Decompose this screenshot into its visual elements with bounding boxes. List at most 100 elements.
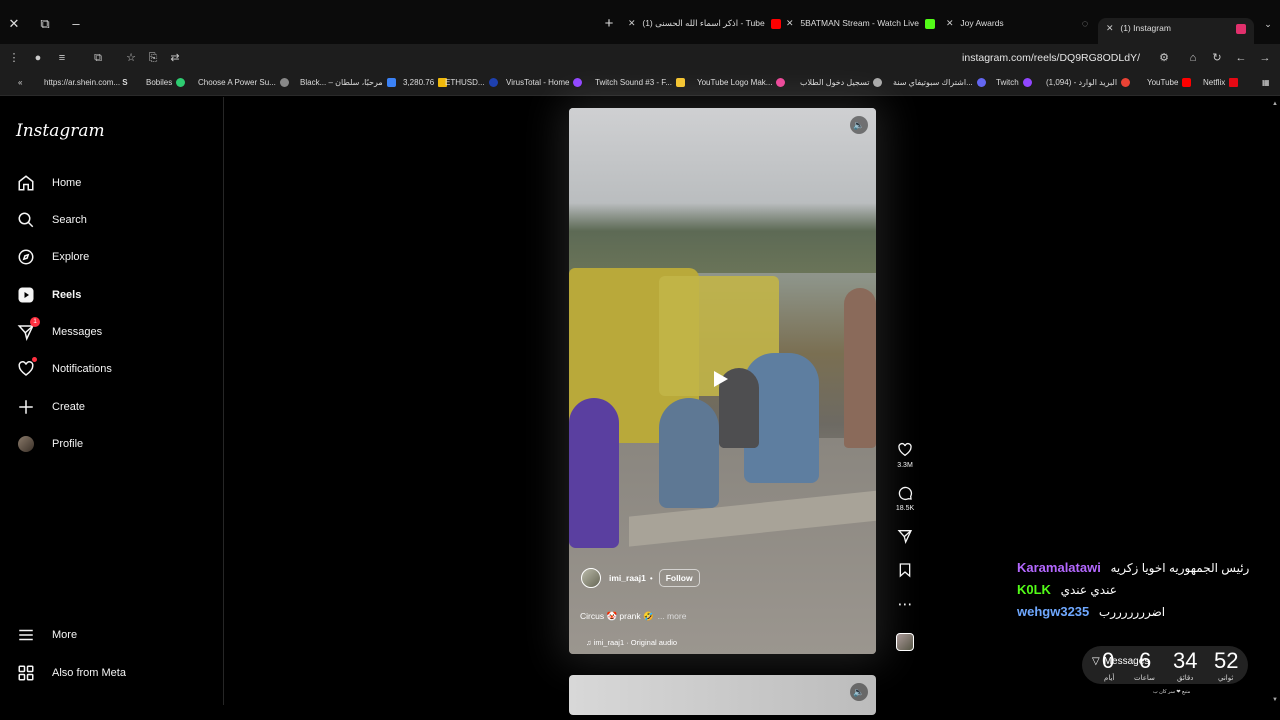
reel-audio[interactable]: ♫ imi_raaj1 · Original audio [586,638,677,647]
bookmark-item[interactable]: اشتراك سبوتيفاي سنة... [893,78,986,88]
sidebar-item-label: Explore [52,251,90,263]
profile-icon[interactable]: ● [30,50,46,66]
sidebar-item-reels[interactable]: Reels [12,279,212,311]
bookmark-item[interactable]: YouTube [1147,78,1192,88]
volume-icon[interactable]: 🔈 [850,116,868,134]
bookmark-label: اشتراك سبوتيفاي سنة... [893,78,973,87]
avatar[interactable] [581,568,601,588]
playlist-icon[interactable]: ≡ [54,50,70,66]
bookmark-item[interactable]: البريد الوارد - (1,094) [1046,78,1131,88]
bookmark-item[interactable]: ETHUSD... [445,78,498,88]
bookmark-item[interactable]: 3,280.76 [403,78,448,88]
bookmark-star-icon[interactable]: ☆ [123,50,139,66]
instagram-icon [1236,24,1246,34]
more-options-action[interactable]: ⋯ [890,596,920,614]
kick-icon [925,18,936,29]
scroll-down-icon[interactable]: ▼ [1272,697,1278,703]
restore-window-icon[interactable]: ⧉ [35,14,55,34]
sidebar-item-messages[interactable]: 1 Messages [12,316,212,348]
tab-close-icon[interactable]: ✕ [786,18,798,29]
sidebar-item-home[interactable]: Home [12,167,212,199]
tab-kick[interactable]: ✕ 5BATMAN Stream - Watch Live [786,18,936,42]
sidebar-item-create[interactable]: Create [12,391,212,423]
new-tab-icon[interactable]: + [599,14,619,34]
bookmark-item[interactable]: Choose A Power Su... [198,78,289,88]
bookmark-icon [873,78,883,88]
close-window-icon[interactable]: ✕ [4,14,24,34]
site-settings-icon[interactable]: ⚙ [1156,50,1172,66]
plus-icon [14,395,38,419]
tab-close-icon[interactable]: ✕ [1106,23,1118,34]
sidebar-item-explore[interactable]: Explore [12,241,212,273]
sidebar-item-more[interactable]: More [12,619,212,651]
instagram-logo[interactable]: Instagram [16,121,105,141]
menu-icon[interactable]: ⋮ [6,50,22,66]
home-icon[interactable]: ⌂ [1185,50,1201,66]
page-scrollbar[interactable]: ▲ ▼ [1270,97,1280,707]
tab-youtube[interactable]: ✕ (1) اذكر اسماء الله الحسنى - Tube [628,18,782,42]
share-action[interactable] [890,528,920,546]
play-icon[interactable] [714,371,728,387]
bookmark-label: Choose A Power Su... [198,78,276,87]
tab-search-icon[interactable]: ⌄ [1258,14,1278,34]
bookmark-label: Twitch Sound #3 - F... [595,78,672,87]
caption-more-link[interactable]: ... more [658,611,687,621]
extensions-icon[interactable]: ⧉ [90,50,106,66]
netflix-icon [1229,78,1239,88]
like-count: 3.3M [897,462,913,469]
reel-video[interactable]: 🔈 imi_raaj1 • Follow Circus 🤡 prank 🤣...… [569,108,876,654]
music-note-icon: ♫ [586,638,592,647]
bookmark-item[interactable]: تسجيل دخول الطلاب [800,78,883,88]
chat-username: K0LK [1017,582,1051,597]
chat-text: عندي عندي [1060,583,1117,597]
forward-icon[interactable]: → [1257,50,1273,66]
messages-overlay: ▽ Messages [1092,656,1149,667]
minimize-window-icon[interactable]: – [66,14,86,34]
follow-button[interactable]: Follow [658,569,700,587]
timer-minutes: 34 [1173,648,1198,673]
chat-text: رئيس الجمهوريه اخويا زكريه [1110,561,1250,575]
messages-badge: 1 [30,317,40,327]
bookmark-item[interactable]: Twitch [996,78,1032,88]
bookmark-item[interactable]: VirusTotal - Home [506,78,583,88]
comment-action[interactable]: 18.5K [890,485,920,512]
save-action[interactable] [890,562,920,580]
share-icon [890,528,920,546]
bookmark-item[interactable]: Black... – مرحبًا، سلطان [300,78,396,88]
volume-icon[interactable]: 🔈 [850,683,868,701]
tab-close-icon[interactable]: ✕ [628,18,640,29]
sidebar-item-search[interactable]: Search [12,204,212,236]
bookmark-label: VirusTotal - Home [506,78,570,87]
next-reel-preview[interactable]: 🔈 [569,675,876,715]
reel-username[interactable]: imi_raaj1 [609,573,646,583]
bookmarks-bar: « https://ar.shein.com... S Bobiles Choo… [0,72,1280,96]
heart-icon [14,357,38,381]
like-action[interactable]: 3.3M [890,442,920,469]
audio-thumbnail[interactable] [896,633,914,651]
sidebar-item-also-from-meta[interactable]: Also from Meta [12,657,212,689]
screenshot-icon[interactable]: ⎘ [145,50,161,66]
sidebar-item-profile[interactable]: Profile [12,428,212,460]
tab-close-icon[interactable]: ✕ [946,18,958,29]
bookmarks-collapse-icon[interactable]: « [18,78,22,87]
bookmark-item[interactable]: Bobiles [146,78,186,88]
translate-icon[interactable]: ⇄ [167,50,183,66]
bookmark-label: Netflix [1203,78,1226,87]
compass-icon [14,245,38,269]
timer-days-label: أيام [1104,675,1115,682]
tab-instagram[interactable]: ✕ (1) Instagram [1098,18,1254,44]
back-icon[interactable]: ← [1233,50,1249,66]
bookmark-label: 3,280.76 [403,78,435,87]
tab-joy-awards[interactable]: ✕ Joy Awards [946,18,1004,42]
bookmark-item[interactable]: YouTube Logo Mak... [697,78,786,88]
sidebar-item-notifications[interactable]: Notifications [12,353,212,385]
bookmark-item[interactable]: Twitch Sound #3 - F... [595,78,685,88]
bookmark-item[interactable]: https://ar.shein.com... S [44,78,128,87]
reload-icon[interactable]: ↻ [1209,50,1225,66]
scroll-up-icon[interactable]: ▲ [1272,101,1278,107]
all-bookmarks-icon[interactable]: ▦ [1262,78,1270,87]
youtube-icon [771,18,782,29]
bookmark-item[interactable]: Netflix [1203,78,1239,88]
address-bar-url[interactable]: instagram.com/reels/DQ9RG8ODLdY/ [962,52,1140,64]
caption-text: Circus 🤡 prank 🤣 [580,611,654,621]
